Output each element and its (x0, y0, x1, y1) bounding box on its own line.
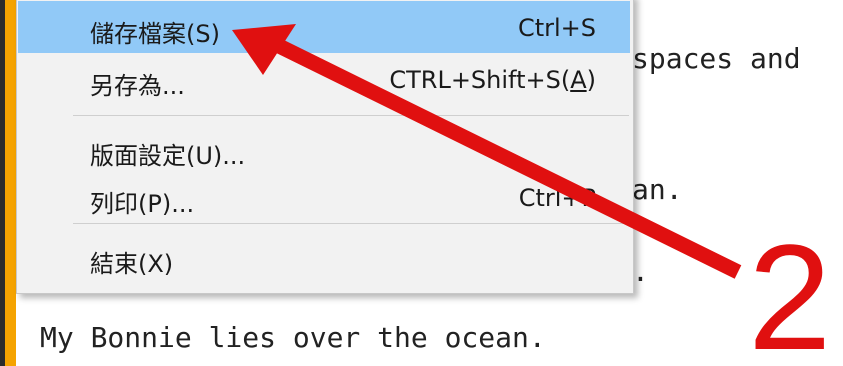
menu-item-label: 結束(X) (90, 250, 174, 278)
document-text-line-2: an. (632, 173, 683, 206)
menu-item-label: 另存為... (90, 72, 185, 100)
menu-item-shortcut: Ctrl+P (518, 184, 596, 212)
editor-accent-bar (5, 0, 16, 366)
screenshot-stage: spaces and an. . My Bonnie lies over the… (0, 0, 843, 366)
shortcut-suffix: ) (586, 66, 596, 94)
menu-item-page-setup[interactable]: 版面設定(U)... (18, 123, 630, 175)
menu-item-exit[interactable]: 結束(X) (18, 231, 630, 283)
file-menu: 儲存檔案(S) Ctrl+S 另存為... CTRL+Shift+S(A) 版面… (16, 0, 634, 294)
menu-item-print[interactable]: 列印(P)... Ctrl+P (18, 171, 630, 223)
menu-item-shortcut: Ctrl+S (517, 14, 596, 42)
menu-item-label: 儲存檔案(S) (90, 20, 220, 48)
document-text-line-1: spaces and (632, 42, 801, 75)
menu-separator (73, 223, 629, 224)
menu-item-save-as[interactable]: 另存為... CTRL+Shift+S(A) (18, 53, 630, 105)
menu-item-label: 列印(P)... (90, 190, 195, 218)
menu-separator (73, 115, 629, 116)
annotation-step-number: 2 (748, 213, 832, 366)
document-text-line-4: My Bonnie lies over the ocean. (40, 321, 546, 354)
menu-item-shortcut: CTRL+Shift+S(A) (389, 66, 596, 94)
shortcut-access-key: A (570, 66, 587, 94)
menu-item-label: 版面設定(U)... (90, 142, 246, 170)
menu-item-save-file[interactable]: 儲存檔案(S) Ctrl+S (18, 1, 630, 53)
document-text-line-3: . (632, 255, 649, 288)
shortcut-prefix: CTRL+Shift+S( (389, 66, 571, 94)
